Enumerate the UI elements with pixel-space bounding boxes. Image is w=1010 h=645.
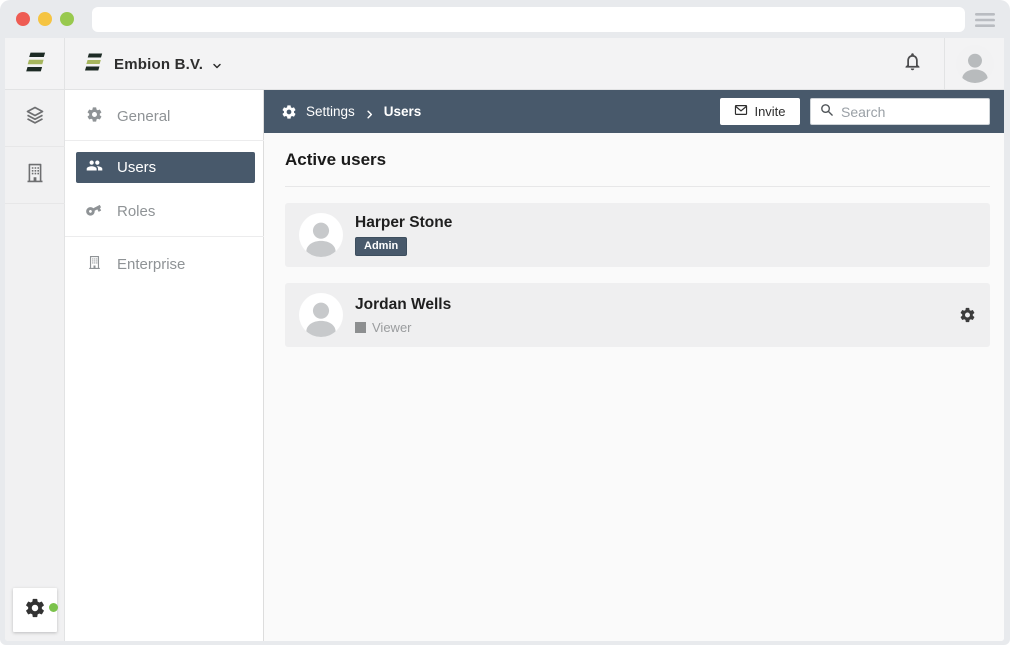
- nav-item-general[interactable]: General: [65, 98, 264, 134]
- envelope-icon: [734, 103, 748, 120]
- nav-item-users[interactable]: Users: [76, 152, 255, 183]
- user-row: Jordan Wells Viewer: [285, 283, 990, 347]
- role-square-icon: [355, 322, 366, 333]
- nav-item-label: Users: [117, 159, 156, 176]
- invite-button-label: Invite: [754, 104, 785, 119]
- layers-icon: [23, 104, 47, 133]
- main-content: Settings Users Invite: [264, 90, 1004, 641]
- user-avatar: [299, 293, 343, 337]
- user-avatar: [956, 45, 994, 83]
- browser-menu-icon[interactable]: [974, 13, 996, 27]
- app-window: Embion B.V.: [5, 38, 1004, 641]
- top-app-bar: Embion B.V.: [5, 38, 1004, 90]
- search-box: [810, 98, 990, 125]
- role-indicator: Viewer: [355, 320, 451, 335]
- rail-item-enterprise[interactable]: [5, 147, 65, 204]
- zoom-window-button[interactable]: [60, 12, 74, 26]
- close-window-button[interactable]: [16, 12, 30, 26]
- building-icon: [23, 161, 47, 190]
- user-avatar: [299, 213, 343, 257]
- user-info: Harper Stone Admin: [355, 214, 452, 256]
- chevron-down-icon: [211, 59, 223, 71]
- embion-logo-icon: [22, 51, 48, 78]
- nav-item-label: General: [117, 108, 170, 125]
- role-badge: Admin: [355, 237, 407, 256]
- page-title: Active users: [285, 150, 990, 170]
- gear-icon: [86, 106, 103, 127]
- user-settings-button[interactable]: [959, 307, 976, 324]
- settings-nav: General Users Roles Enterprise: [65, 90, 264, 641]
- divider: [65, 236, 264, 237]
- home-logo-button[interactable]: [5, 38, 65, 90]
- nav-item-roles[interactable]: Roles: [65, 193, 264, 229]
- chevron-right-icon: [364, 107, 375, 118]
- left-rail: [5, 90, 65, 641]
- bell-icon: [902, 51, 923, 77]
- org-switcher[interactable]: Embion B.V.: [81, 38, 223, 90]
- breadcrumb-users-current[interactable]: Users: [384, 104, 422, 119]
- active-users-section: Active users Harper Stone Admin: [264, 133, 1004, 641]
- notifications-button[interactable]: [894, 46, 930, 82]
- breadcrumb-settings-link[interactable]: Settings: [306, 104, 355, 119]
- building-icon: [86, 254, 103, 275]
- org-name: Embion B.V.: [114, 56, 203, 73]
- status-dot: [49, 603, 58, 612]
- user-info: Jordan Wells Viewer: [355, 296, 451, 335]
- user-name: Harper Stone: [355, 214, 452, 232]
- nav-item-label: Roles: [117, 203, 155, 220]
- user-name: Jordan Wells: [355, 296, 451, 314]
- minimize-window-button[interactable]: [38, 12, 52, 26]
- nav-item-enterprise[interactable]: Enterprise: [65, 246, 264, 282]
- account-menu[interactable]: [944, 38, 1004, 90]
- gear-icon: [281, 104, 297, 120]
- url-bar[interactable]: [92, 7, 965, 32]
- gear-icon: [24, 597, 46, 624]
- rail-item-devices[interactable]: [5, 90, 65, 147]
- nav-item-label: Enterprise: [117, 256, 185, 273]
- key-icon: [82, 198, 107, 225]
- users-icon: [86, 157, 103, 178]
- user-row: Harper Stone Admin: [285, 203, 990, 267]
- divider: [65, 140, 264, 141]
- browser-chrome: [0, 0, 1010, 38]
- search-icon: [819, 102, 834, 122]
- embion-logo-icon: [81, 52, 105, 77]
- invite-button[interactable]: Invite: [720, 98, 800, 125]
- search-input[interactable]: [841, 104, 981, 120]
- divider: [285, 186, 990, 187]
- browser-window: Embion B.V.: [0, 0, 1010, 645]
- breadcrumb-bar: Settings Users Invite: [264, 90, 1004, 133]
- role-label: Viewer: [372, 320, 412, 335]
